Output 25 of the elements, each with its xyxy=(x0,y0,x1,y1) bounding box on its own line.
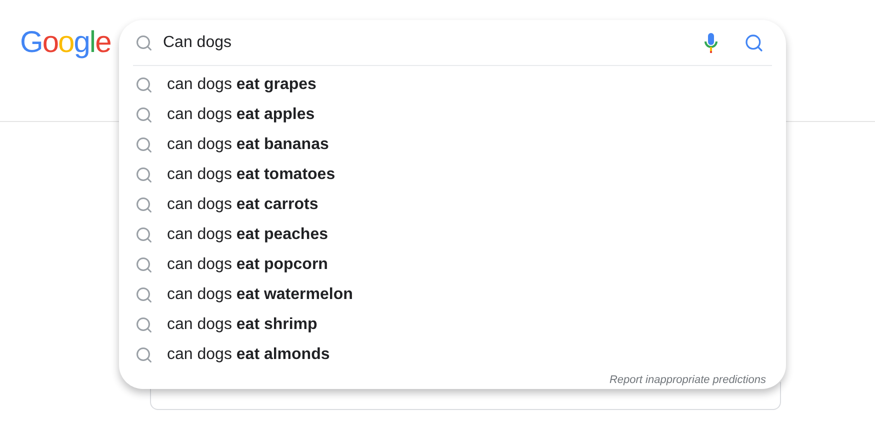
suggestion-item[interactable]: can dogs eat tomatoes xyxy=(133,160,772,190)
search-icon xyxy=(135,34,153,52)
search-icon xyxy=(135,286,153,304)
search-icon[interactable] xyxy=(744,32,764,52)
search-icon xyxy=(135,226,153,244)
suggestion-item[interactable]: can dogs eat bananas xyxy=(133,130,772,160)
microphone-icon[interactable] xyxy=(704,32,718,54)
search-icon xyxy=(135,316,153,334)
suggestion-item[interactable]: can dogs eat grapes xyxy=(133,70,772,100)
suggestion-item[interactable]: can dogs eat peaches xyxy=(133,220,772,250)
google-logo: Google xyxy=(20,25,111,61)
suggestion-item[interactable]: can dogs eat shrimp xyxy=(133,310,772,340)
suggestion-item[interactable]: can dogs eat apples xyxy=(133,100,772,130)
report-link[interactable]: Report inappropriate predictions xyxy=(609,374,766,386)
suggestion-item[interactable]: can dogs eat popcorn xyxy=(133,250,772,280)
search-icon xyxy=(135,346,153,364)
search-icon xyxy=(135,256,153,274)
suggestion-item[interactable]: can dogs eat carrots xyxy=(133,190,772,220)
search-icon xyxy=(135,76,153,94)
search-icon xyxy=(135,106,153,124)
suggestion-item[interactable]: can dogs eat watermelon xyxy=(133,280,772,310)
search-icon xyxy=(135,196,153,214)
search-icon xyxy=(135,166,153,184)
suggestion-item[interactable]: can dogs eat almonds xyxy=(133,340,772,370)
search-icon xyxy=(135,136,153,154)
